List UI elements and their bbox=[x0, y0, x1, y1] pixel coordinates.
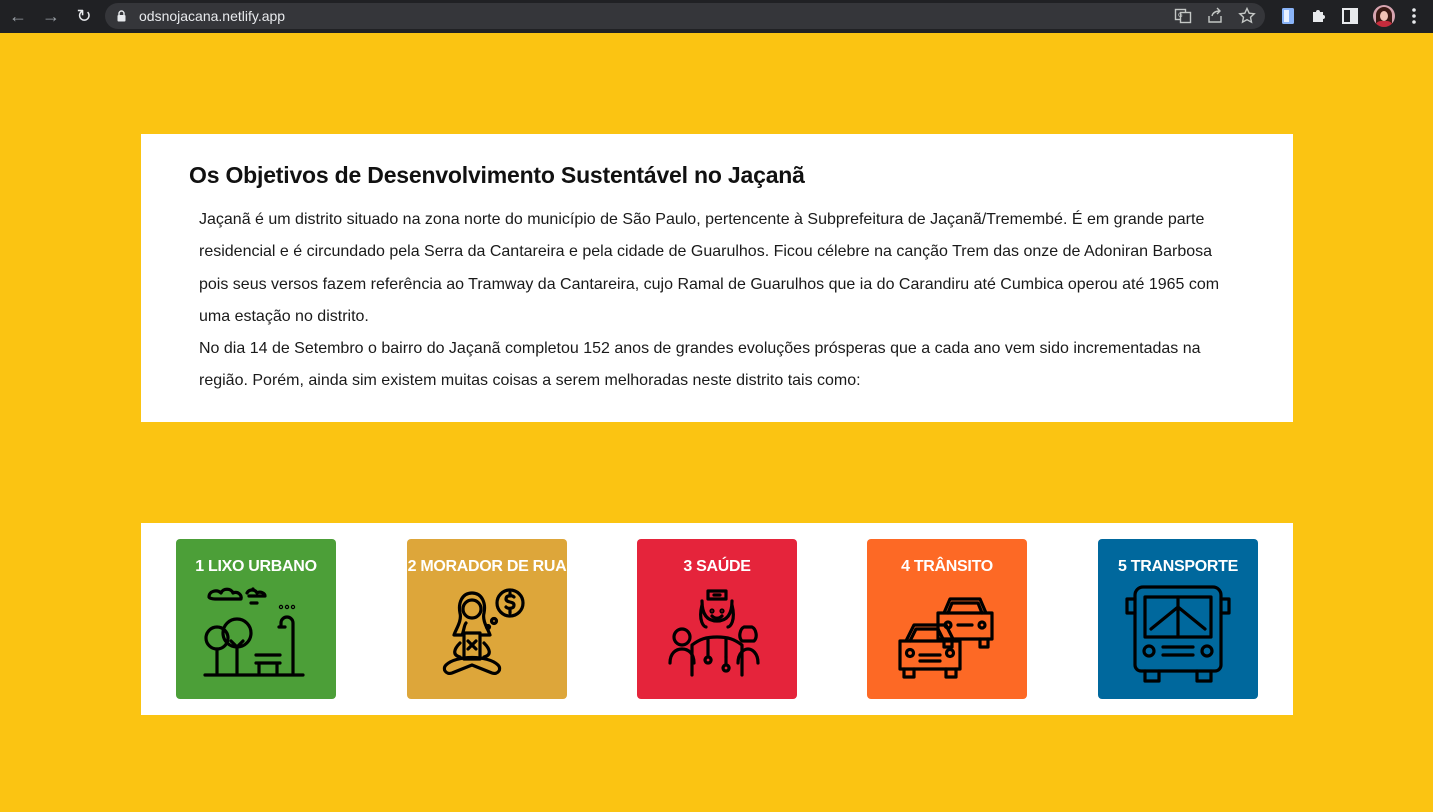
ods-tile-lixo-urbano[interactable]: 1 LIXO URBANO bbox=[176, 539, 336, 699]
profile-avatar[interactable] bbox=[1373, 5, 1395, 27]
ods-tile-label: 2 MORADOR DE RUA bbox=[407, 558, 567, 575]
back-arrow-icon[interactable]: ← bbox=[7, 5, 29, 27]
reload-icon[interactable]: ↻ bbox=[73, 5, 95, 27]
menu-kebab-icon[interactable] bbox=[1404, 6, 1424, 26]
intro-text: Jaçanã é um distrito situado na zona nor… bbox=[199, 204, 1229, 398]
urban-park-icon bbox=[203, 587, 305, 677]
share-icon[interactable] bbox=[1206, 7, 1224, 25]
ods-tile-label: 4 TRÂNSITO bbox=[901, 558, 993, 575]
bus-icon bbox=[1125, 585, 1231, 683]
extension-doc-icon[interactable] bbox=[1278, 6, 1298, 26]
intro-paragraph-1: Jaçanã é um distrito situado na zona nor… bbox=[199, 211, 1220, 325]
ods-tile-label: 5 TRANSPORTE bbox=[1118, 558, 1238, 575]
ods-tile-transito[interactable]: 4 TRÂNSITO bbox=[867, 539, 1027, 699]
ods-tile-morador-de-rua[interactable]: 2 MORADOR DE RUA bbox=[407, 539, 567, 699]
intro-card: Os Objetivos de Desenvolvimento Sustentá… bbox=[141, 134, 1293, 422]
ods-tile-label: 1 LIXO URBANO bbox=[195, 558, 317, 575]
ods-tile-label: 3 SAÚDE bbox=[683, 558, 751, 575]
health-workers-icon bbox=[668, 589, 760, 677]
ods-tiles-row: 1 LIXO URBANO 2 MORADOR DE RUA 3 SAÚDE 4… bbox=[141, 523, 1293, 715]
url-text[interactable]: odsnojacana.netlify.app bbox=[139, 8, 285, 24]
address-bar[interactable]: odsnojacana.netlify.app G bbox=[105, 3, 1265, 29]
star-icon[interactable] bbox=[1238, 7, 1256, 25]
forward-arrow-icon[interactable]: → bbox=[40, 5, 62, 27]
page-title: Os Objetivos de Desenvolvimento Sustentá… bbox=[189, 162, 805, 188]
browser-toolbar: ← → ↻ odsnojacana.netlify.app G bbox=[0, 0, 1433, 33]
lock-icon bbox=[117, 10, 126, 22]
svg-text:G: G bbox=[1178, 12, 1183, 19]
puzzle-icon[interactable] bbox=[1309, 6, 1329, 26]
ods-tile-transporte[interactable]: 5 TRANSPORTE bbox=[1098, 539, 1258, 699]
traffic-cars-icon bbox=[898, 597, 994, 679]
ods-tile-saude[interactable]: 3 SAÚDE bbox=[637, 539, 797, 699]
translate-icon[interactable]: G bbox=[1174, 7, 1192, 25]
intro-paragraph-2: No dia 14 de Setembro o bairro do Jaçanã… bbox=[199, 340, 1201, 390]
homeless-person-icon bbox=[442, 588, 525, 675]
sidepanel-icon[interactable] bbox=[1340, 6, 1360, 26]
